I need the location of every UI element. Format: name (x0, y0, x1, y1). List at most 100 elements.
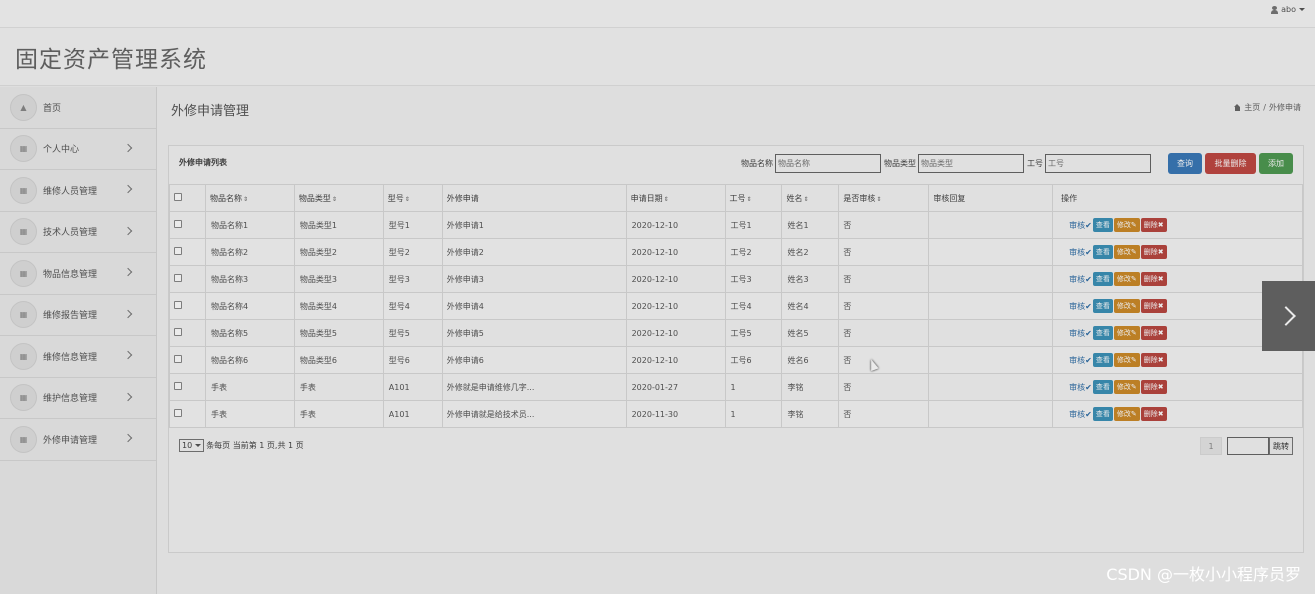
delete-button[interactable]: 删除 ✖ (1140, 218, 1167, 232)
employee-no-input[interactable] (1045, 154, 1151, 173)
sort-icon[interactable]: ⇕ (803, 196, 808, 203)
delete-label: 删除 (1143, 410, 1158, 418)
row-checkbox[interactable] (174, 355, 182, 363)
sidebar-item-3[interactable]: ▦ 技术人员管理 (0, 212, 156, 253)
page-size-select[interactable]: 10 (179, 439, 205, 452)
review-link[interactable]: 审核✔ (1069, 328, 1092, 339)
column-header[interactable]: 申请日期⇕ (625, 184, 726, 212)
review-link[interactable]: 审核✔ (1069, 301, 1092, 312)
delete-button[interactable]: 删除 ✖ (1140, 407, 1167, 421)
review-link[interactable]: 审核✔ (1069, 382, 1092, 393)
chevron-right-icon (123, 392, 133, 401)
chevron-down-icon (195, 444, 202, 447)
edit-button[interactable]: 修改 ✎ (1113, 272, 1140, 286)
view-button[interactable]: 查看 (1092, 407, 1113, 421)
table-cell: 外修申请5 (441, 319, 627, 347)
table-cell: 李铭 (781, 373, 840, 401)
delete-button[interactable]: 删除 ✖ (1140, 272, 1167, 286)
sort-icon[interactable]: ⇕ (243, 196, 248, 203)
row-checkbox[interactable] (174, 301, 182, 309)
review-link[interactable]: 审核✔ (1069, 247, 1092, 258)
review-link[interactable]: 审核✔ (1069, 274, 1092, 285)
column-header[interactable]: 物品名称⇕ (204, 184, 295, 212)
delete-button[interactable]: 删除 ✖ (1140, 299, 1167, 313)
review-label: 审核 (1069, 409, 1086, 419)
view-button[interactable]: 查看 (1092, 272, 1113, 286)
sort-icon[interactable]: ⇕ (405, 196, 410, 203)
delete-button[interactable]: 删除 ✖ (1140, 326, 1167, 340)
edit-button[interactable]: 修改 ✎ (1113, 299, 1140, 313)
select-all-checkbox[interactable] (174, 193, 182, 201)
sidebar-item-7[interactable]: ▦ 维护信息管理 (0, 378, 156, 419)
sidebar-item-5[interactable]: ▦ 维修报告管理 (0, 295, 156, 336)
view-button[interactable]: 查看 (1092, 326, 1113, 340)
sort-icon[interactable]: ⇕ (876, 196, 881, 203)
sidebar-item-8[interactable]: ▦ 外修申请管理 (0, 419, 156, 461)
watermark: CSDN @一枚小小程序员罗 (1106, 565, 1301, 584)
delete-button[interactable]: 删除 ✖ (1140, 380, 1167, 394)
sidebar-item-1[interactable]: ▦ 个人中心 (0, 129, 156, 170)
user-menu[interactable]: abo (1271, 5, 1305, 14)
row-checkbox[interactable] (174, 382, 182, 390)
edit-button[interactable]: 修改 ✎ (1113, 245, 1140, 259)
row-checkbox[interactable] (174, 274, 182, 282)
row-checkbox[interactable] (174, 409, 182, 417)
sort-icon[interactable]: ⇕ (332, 196, 337, 203)
column-header[interactable]: 物品类型⇕ (293, 184, 384, 212)
caret-down-icon (1299, 8, 1305, 11)
chevron-right-icon (123, 433, 133, 443)
view-button[interactable]: 查看 (1092, 299, 1113, 313)
add-button[interactable]: 添加 (1259, 153, 1293, 174)
grid-icon: ▦ (10, 301, 37, 329)
column-header[interactable]: 型号⇕ (382, 184, 443, 212)
table-cell: 物品类型5 (293, 319, 384, 347)
item-name-input[interactable] (775, 154, 881, 173)
delete-button[interactable]: 删除 ✖ (1140, 245, 1167, 259)
delete-button[interactable]: 删除 ✖ (1140, 353, 1167, 367)
sidebar-item-2[interactable]: ▦ 维修人员管理 (0, 170, 156, 212)
view-button[interactable]: 查看 (1092, 218, 1113, 232)
item-type-input[interactable] (918, 154, 1024, 173)
edit-button[interactable]: 修改 ✎ (1113, 407, 1140, 421)
column-header[interactable]: 工号⇕ (724, 184, 783, 212)
column-header[interactable]: 姓名⇕ (781, 184, 840, 212)
page-number[interactable]: 1 (1200, 437, 1222, 455)
chevron-right-icon (123, 267, 133, 277)
edit-button[interactable]: 修改 ✎ (1113, 353, 1140, 367)
table-cell: 否 (838, 400, 930, 428)
sort-icon[interactable]: ⇕ (747, 196, 752, 203)
table-cell (928, 346, 1054, 374)
table-cell: 物品名称6 (204, 346, 295, 374)
jump-page-input[interactable] (1227, 437, 1269, 455)
edit-button[interactable]: 修改 ✎ (1113, 380, 1140, 394)
table-cell: 姓名6 (781, 346, 840, 374)
sidebar-item-label: 外修申请管理 (43, 435, 98, 446)
jump-button[interactable]: 跳转 (1269, 437, 1293, 455)
sidebar-item-0[interactable]: ▲ 首页 (0, 87, 156, 129)
batch-delete-button[interactable]: 批量删除 (1205, 153, 1256, 174)
row-checkbox[interactable] (174, 328, 182, 336)
delete-label: 删除 (1143, 383, 1158, 391)
sort-icon[interactable]: ⇕ (664, 196, 669, 203)
review-link[interactable]: 审核✔ (1069, 355, 1092, 366)
review-link[interactable]: 审核✔ (1069, 220, 1092, 231)
column-header[interactable]: 是否审核⇕ (838, 184, 930, 212)
review-link[interactable]: 审核✔ (1069, 409, 1092, 420)
next-slide-button[interactable] (1262, 281, 1315, 351)
column-header-label: 物品名称 (209, 193, 242, 203)
view-button[interactable]: 查看 (1092, 353, 1113, 367)
row-checkbox[interactable] (174, 247, 182, 255)
home-icon (1234, 104, 1241, 111)
sidebar-item-4[interactable]: ▦ 物品信息管理 (0, 253, 156, 295)
query-button[interactable]: 查询 (1168, 153, 1202, 174)
view-button[interactable]: 查看 (1092, 380, 1113, 394)
row-checkbox[interactable] (174, 220, 182, 228)
row-select-cell (169, 211, 206, 239)
breadcrumb-home[interactable]: 主页 (1244, 102, 1260, 113)
sidebar-item-6[interactable]: ▦ 维修信息管理 (0, 336, 156, 378)
edit-button[interactable]: 修改 ✎ (1113, 218, 1140, 232)
edit-button[interactable]: 修改 ✎ (1113, 326, 1140, 340)
column-header-label: 姓名 (786, 193, 803, 203)
view-button[interactable]: 查看 (1092, 245, 1113, 259)
row-select-cell (169, 400, 206, 428)
